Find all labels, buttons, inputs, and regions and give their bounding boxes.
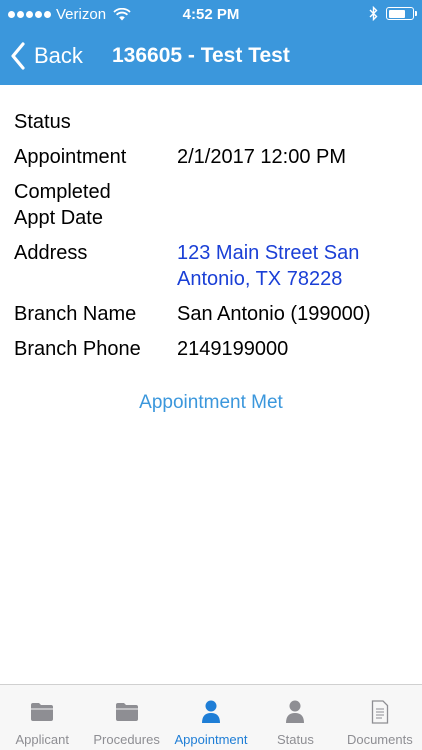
battery-icon — [386, 7, 417, 20]
tab-label: Appointment — [174, 732, 248, 747]
status-label: Status — [14, 111, 71, 133]
tab-label: Procedures — [93, 732, 160, 747]
person-icon — [282, 699, 308, 725]
person-icon — [198, 699, 224, 725]
branch-phone-label: Branch Phone — [14, 338, 141, 360]
chevron-left-icon — [11, 42, 25, 70]
clock: 4:52 PM — [182, 6, 240, 23]
tab-label: Applicant — [15, 732, 69, 747]
completed-date-label: Completed Appt Date — [14, 181, 111, 229]
document-icon — [367, 699, 393, 725]
address-row: Address 123 Main Street San Antonio, TX … — [0, 240, 422, 292]
status-row: Status — [0, 109, 422, 135]
completed-date-row: Completed Appt Date — [0, 179, 422, 231]
completed-date-value — [177, 179, 408, 231]
navigation-bar: Back 136605 - Test Test — [0, 30, 422, 85]
address-link[interactable]: 123 Main Street San Antonio, TX 78228 — [177, 240, 408, 292]
address-label: Address — [14, 242, 88, 264]
tab-label: Documents — [346, 732, 413, 747]
appointment-details: Status Appointment 2/1/2017 12:00 PM Com… — [0, 85, 422, 414]
folder-icon — [114, 699, 140, 725]
system-indicators — [369, 6, 417, 21]
appointment-value: 2/1/2017 12:00 PM — [177, 146, 347, 168]
branch-phone-row: Branch Phone 2149199000 — [0, 336, 422, 362]
tab-bar: Applicant Procedures Appointment Status … — [0, 684, 422, 750]
appointment-met-button[interactable]: Appointment Met — [0, 392, 422, 414]
tab-procedures[interactable]: Procedures — [84, 685, 168, 750]
tab-appointment[interactable]: Appointment — [169, 685, 253, 750]
appointment-row: Appointment 2/1/2017 12:00 PM — [0, 144, 422, 170]
appointment-label: Appointment — [14, 146, 127, 168]
back-label: Back — [34, 43, 83, 68]
branch-phone-value: 2149199000 — [177, 338, 289, 360]
branch-name-label: Branch Name — [14, 303, 137, 325]
back-button[interactable]: Back — [10, 42, 83, 70]
page-title: 136605 - Test Test — [112, 44, 290, 67]
tab-documents[interactable]: Documents — [338, 685, 422, 750]
branch-name-value: San Antonio (199000) — [177, 303, 371, 325]
tab-status[interactable]: Status — [253, 685, 337, 750]
status-bar: Verizon 4:52 PM — [0, 0, 422, 30]
status-value — [177, 109, 408, 135]
tab-label: Status — [276, 732, 314, 747]
bluetooth-icon — [369, 6, 378, 21]
branch-name-row: Branch Name San Antonio (199000) — [0, 301, 422, 327]
folder-icon — [29, 699, 55, 725]
app-screen: Verizon 4:52 PM Back 136605 - Test Test … — [0, 0, 422, 750]
battery-level — [388, 9, 405, 18]
tab-applicant[interactable]: Applicant — [0, 685, 84, 750]
